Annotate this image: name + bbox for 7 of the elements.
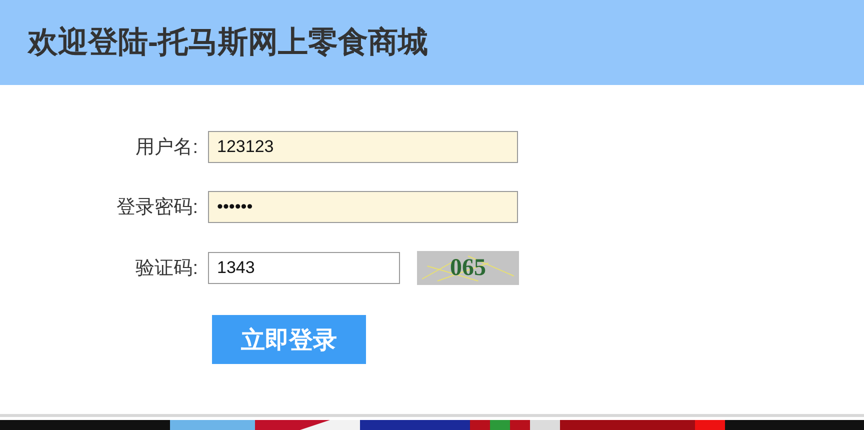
input-field[interactable]: 1343 [208, 252, 400, 284]
input-field[interactable]: •••••• [208, 191, 518, 223]
page-title: 欢迎登陆-托马斯网上零食商城 [28, 25, 428, 61]
field-label: 用户名: [134, 136, 199, 160]
field-label: 登录密码: [116, 196, 199, 220]
input-field[interactable]: 123123 [208, 131, 518, 163]
field-label: 验证码: [134, 257, 199, 281]
